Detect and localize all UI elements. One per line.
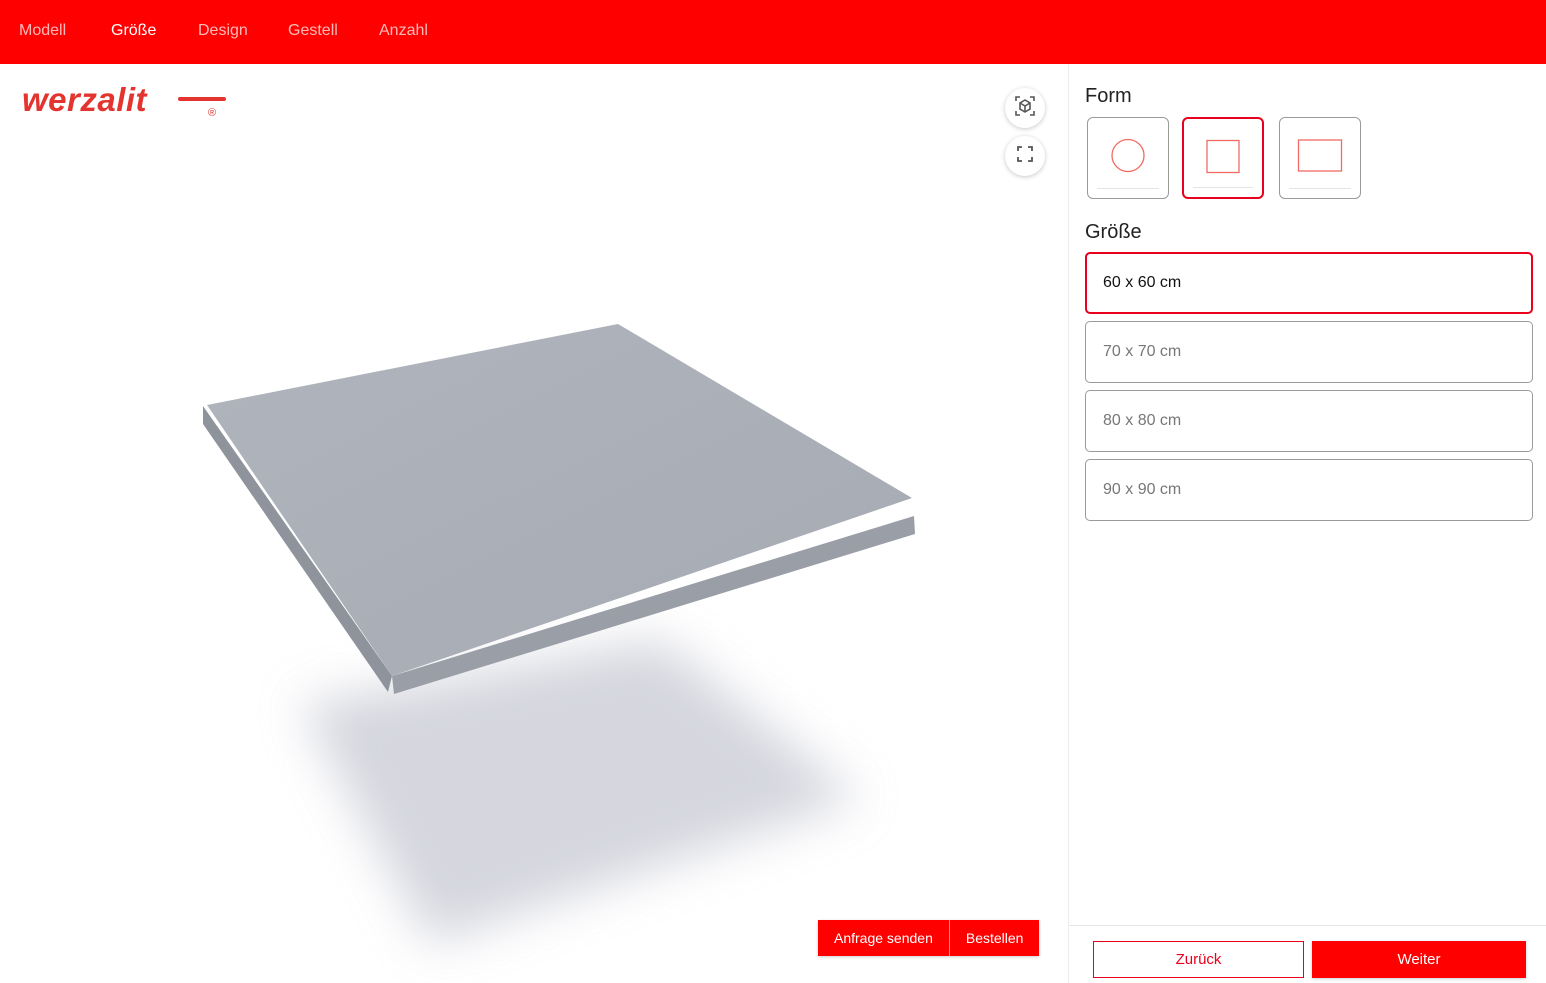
size-section-title: Größe [1085, 221, 1142, 243]
rectangle-shape-icon [1297, 139, 1343, 178]
ar-view-button[interactable] [1005, 88, 1045, 128]
form-option-round[interactable] [1087, 117, 1169, 199]
tabletop-surface [207, 324, 912, 676]
form-section-title: Form [1085, 85, 1132, 107]
nav-tab-gestell[interactable]: Gestell [288, 22, 338, 40]
fullscreen-icon [1016, 145, 1034, 168]
tabletop-3d-render[interactable] [0, 64, 1068, 983]
ar-cube-icon [1014, 95, 1036, 122]
size-option-80x80[interactable]: 80 x 80 cm [1085, 390, 1533, 452]
size-option-70x70[interactable]: 70 x 70 cm [1085, 321, 1533, 383]
square-shape-icon [1205, 139, 1241, 180]
nav-tab-design[interactable]: Design [198, 22, 248, 40]
product-viewer[interactable]: werzalit ® Anfrage senden Bestellen [0, 64, 1068, 983]
circle-shape-icon [1110, 138, 1146, 179]
order-button[interactable]: Bestellen [948, 920, 1040, 956]
top-navigation: Modell Größe Design Gestell Anzahl [0, 0, 1546, 64]
werzalit-logo: werzalit ® [22, 81, 232, 125]
form-option-rectangle[interactable] [1279, 117, 1361, 199]
svg-text:®: ® [208, 107, 216, 119]
send-inquiry-button[interactable]: Anfrage senden [818, 920, 949, 956]
nav-tab-anzahl[interactable]: Anzahl [379, 22, 428, 40]
svg-text:werzalit: werzalit [22, 84, 149, 118]
fullscreen-button[interactable] [1005, 136, 1045, 176]
back-button[interactable]: Zurück [1093, 941, 1304, 978]
viewer-action-buttons: Anfrage senden Bestellen [818, 920, 1040, 956]
size-option-60x60[interactable]: 60 x 60 cm [1085, 252, 1533, 314]
nav-tab-groesse[interactable]: Größe [111, 22, 156, 40]
size-option-90x90[interactable]: 90 x 90 cm [1085, 459, 1533, 521]
sidebar-footer-divider [1069, 925, 1546, 926]
nav-tab-modell[interactable]: Modell [19, 22, 66, 40]
next-button[interactable]: Weiter [1312, 941, 1526, 978]
configuration-sidebar: Form Größe 60 x 60 cm 70 x 70 cm 80 x 80… [1068, 64, 1546, 983]
form-option-square[interactable] [1182, 117, 1264, 199]
